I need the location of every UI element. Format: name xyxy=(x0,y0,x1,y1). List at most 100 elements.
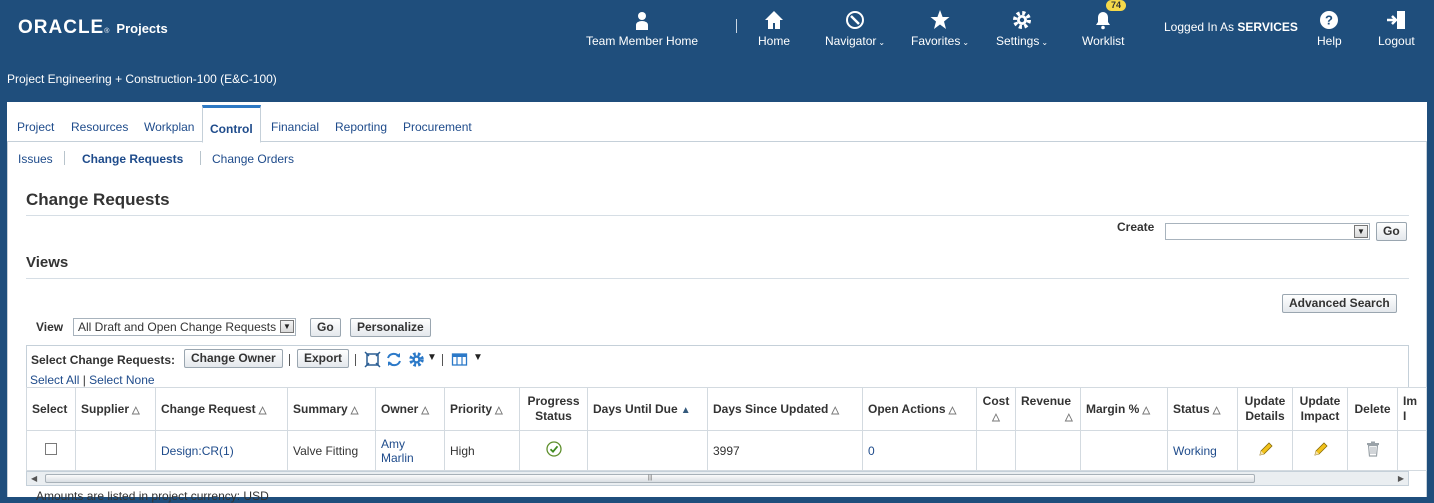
sort-icon: △ xyxy=(350,405,359,416)
favorites-menu[interactable]: Favorites ⌄ xyxy=(911,9,969,48)
view-select[interactable]: All Draft and Open Change Requests ▼ xyxy=(73,318,296,336)
col-open-actions[interactable]: Open Actions △ xyxy=(862,387,977,431)
gear-icon[interactable] xyxy=(408,351,425,368)
settings-menu[interactable]: Settings ⌄ xyxy=(996,9,1048,48)
view-go-button[interactable]: Go xyxy=(310,318,341,337)
dropdown-arrow-icon: ▼ xyxy=(1354,225,1368,238)
toolbar-divider xyxy=(442,354,443,366)
select-none-link[interactable]: Select None xyxy=(89,373,154,387)
team-member-home-link[interactable]: Team Member Home xyxy=(586,9,698,48)
revenue-cell xyxy=(1015,430,1081,471)
select-all-link[interactable]: Select All xyxy=(30,373,79,387)
logout-link[interactable]: Logout xyxy=(1378,9,1415,48)
tab-workplan[interactable]: Workplan xyxy=(144,120,194,134)
subtab-divider xyxy=(200,151,201,165)
navigator-menu[interactable]: Navigator ⌄ xyxy=(825,9,885,48)
refresh-icon[interactable] xyxy=(386,351,402,368)
pencil-icon[interactable] xyxy=(1257,441,1274,458)
create-go-button[interactable]: Go xyxy=(1376,222,1407,241)
create-select[interactable]: ▼ xyxy=(1165,223,1370,240)
supplier-cell xyxy=(75,430,156,471)
scroll-right-icon[interactable]: ▶ xyxy=(1398,474,1404,483)
chevron-down-icon: ⌄ xyxy=(878,38,886,47)
personalize-button[interactable]: Personalize xyxy=(350,318,431,337)
help-link[interactable]: ? Help xyxy=(1317,9,1342,48)
col-days-until-due[interactable]: Days Until Due ▲ xyxy=(587,387,708,431)
detach-icon[interactable] xyxy=(364,351,381,368)
global-header: ORACLE ® Projects Team Member Home Home N… xyxy=(0,0,1434,102)
tab-control[interactable]: Control xyxy=(202,105,261,143)
tab-financial[interactable]: Financial xyxy=(271,120,319,134)
delete-cell xyxy=(1347,430,1398,471)
owner-link[interactable]: Amy Marlin xyxy=(381,437,414,465)
currency-note: Amounts are listed in project currency: … xyxy=(36,489,269,503)
col-change-request[interactable]: Change Request △ xyxy=(155,387,288,431)
toolbar-divider xyxy=(289,354,290,366)
title-divider xyxy=(26,215,1409,216)
margin-cell xyxy=(1080,430,1168,471)
help-icon: ? xyxy=(1320,11,1339,29)
update-details-cell xyxy=(1237,430,1293,471)
status-link[interactable]: Working xyxy=(1173,444,1217,458)
favorites-label: Favorites xyxy=(911,34,961,48)
col-select: Select xyxy=(26,387,76,431)
pencil-icon[interactable] xyxy=(1312,441,1329,458)
change-request-link[interactable]: Design:CR(1) xyxy=(161,444,234,458)
logout-label: Logout xyxy=(1378,34,1415,48)
col-owner[interactable]: Owner △ xyxy=(375,387,445,431)
col-summary[interactable]: Summary △ xyxy=(287,387,376,431)
logged-in-prefix: Logged In As xyxy=(1164,20,1235,34)
col-status[interactable]: Status △ xyxy=(1167,387,1238,431)
col-revenue[interactable]: Revenue △ xyxy=(1015,387,1081,431)
col-implement: Im I xyxy=(1397,387,1427,431)
trash-icon[interactable] xyxy=(1366,441,1380,457)
tab-procurement[interactable]: Procurement xyxy=(403,120,472,134)
sort-icon: △ xyxy=(1212,405,1221,416)
col-margin[interactable]: Margin % △ xyxy=(1080,387,1168,431)
col-update-impact: Update Impact xyxy=(1292,387,1348,431)
home-icon xyxy=(765,11,783,29)
export-button[interactable]: Export xyxy=(297,349,350,368)
views-divider xyxy=(26,278,1409,279)
change-owner-button[interactable]: Change Owner xyxy=(184,349,283,368)
subtab-issues[interactable]: Issues xyxy=(18,152,53,166)
header-divider xyxy=(736,19,737,33)
scroll-left-icon[interactable]: ◀ xyxy=(31,474,37,483)
logo-text: ORACLE xyxy=(18,17,105,38)
worklist-link[interactable]: 74 Worklist xyxy=(1082,0,1127,48)
open-actions-link[interactable]: 0 xyxy=(868,444,875,458)
tab-project[interactable]: Project xyxy=(17,120,54,134)
sort-icon: △ xyxy=(1065,411,1073,423)
col-priority[interactable]: Priority △ xyxy=(444,387,520,431)
row-checkbox[interactable] xyxy=(45,443,57,455)
selection-links: Select All | Select None xyxy=(26,373,1409,387)
home-link[interactable]: Home xyxy=(758,9,790,48)
chevron-down-icon[interactable]: ▼ xyxy=(473,352,483,363)
sort-icon: △ xyxy=(132,405,140,416)
sort-ascending-icon: ▲ xyxy=(680,405,691,416)
subtab-change-requests[interactable]: Change Requests xyxy=(82,152,183,166)
team-member-home-label: Team Member Home xyxy=(586,34,699,48)
chevron-down-icon: ⌄ xyxy=(962,38,970,47)
main-panel: Project Resources Workplan Control Finan… xyxy=(7,102,1427,503)
col-supplier[interactable]: Supplier △ xyxy=(75,387,156,431)
create-label: Create xyxy=(1117,220,1155,234)
scrollbar-thumb[interactable]: ||| xyxy=(45,474,1255,483)
tab-reporting[interactable]: Reporting xyxy=(335,120,387,134)
col-days-since-updated[interactable]: Days Since Updated △ xyxy=(707,387,863,431)
subtab-change-orders[interactable]: Change Orders xyxy=(212,152,294,166)
horizontal-scrollbar[interactable]: ◀ ||| ▶ xyxy=(26,471,1409,486)
table-toolbar: Select Change Requests: Change Owner Exp… xyxy=(26,345,1409,373)
col-cost[interactable]: Cost △ xyxy=(976,387,1016,431)
columns-icon[interactable] xyxy=(451,351,468,368)
advanced-search-button[interactable]: Advanced Search xyxy=(1282,294,1397,313)
row-select-cell xyxy=(26,430,76,471)
tab-resources[interactable]: Resources xyxy=(71,120,128,134)
update-impact-cell xyxy=(1292,430,1348,471)
gear-icon xyxy=(1013,11,1032,29)
sort-icon: △ xyxy=(1142,405,1151,416)
chevron-down-icon[interactable]: ▼ xyxy=(427,352,437,363)
table-header-row: Select Supplier △ Change Request △ Summary… xyxy=(26,387,1427,431)
worklist-count-badge: 74 xyxy=(1106,0,1127,11)
table-row: Design:CR(1) Valve Fitting Amy Marlin Hi… xyxy=(26,430,1427,471)
